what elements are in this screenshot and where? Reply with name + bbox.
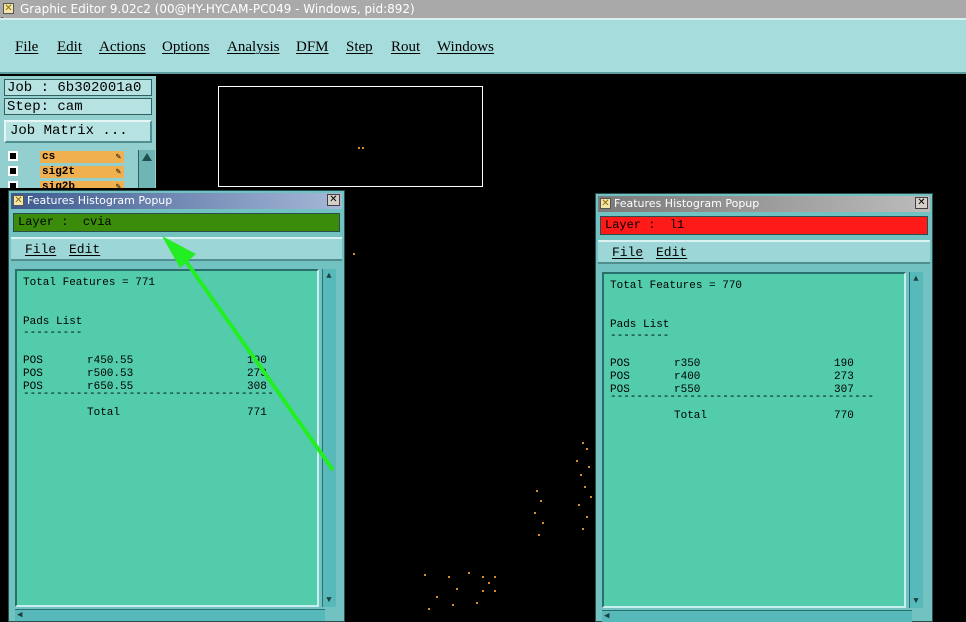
annotation-arrow-head — [162, 236, 196, 268]
annotation-arrow-line — [176, 248, 335, 472]
annotation-arrow — [162, 236, 335, 472]
